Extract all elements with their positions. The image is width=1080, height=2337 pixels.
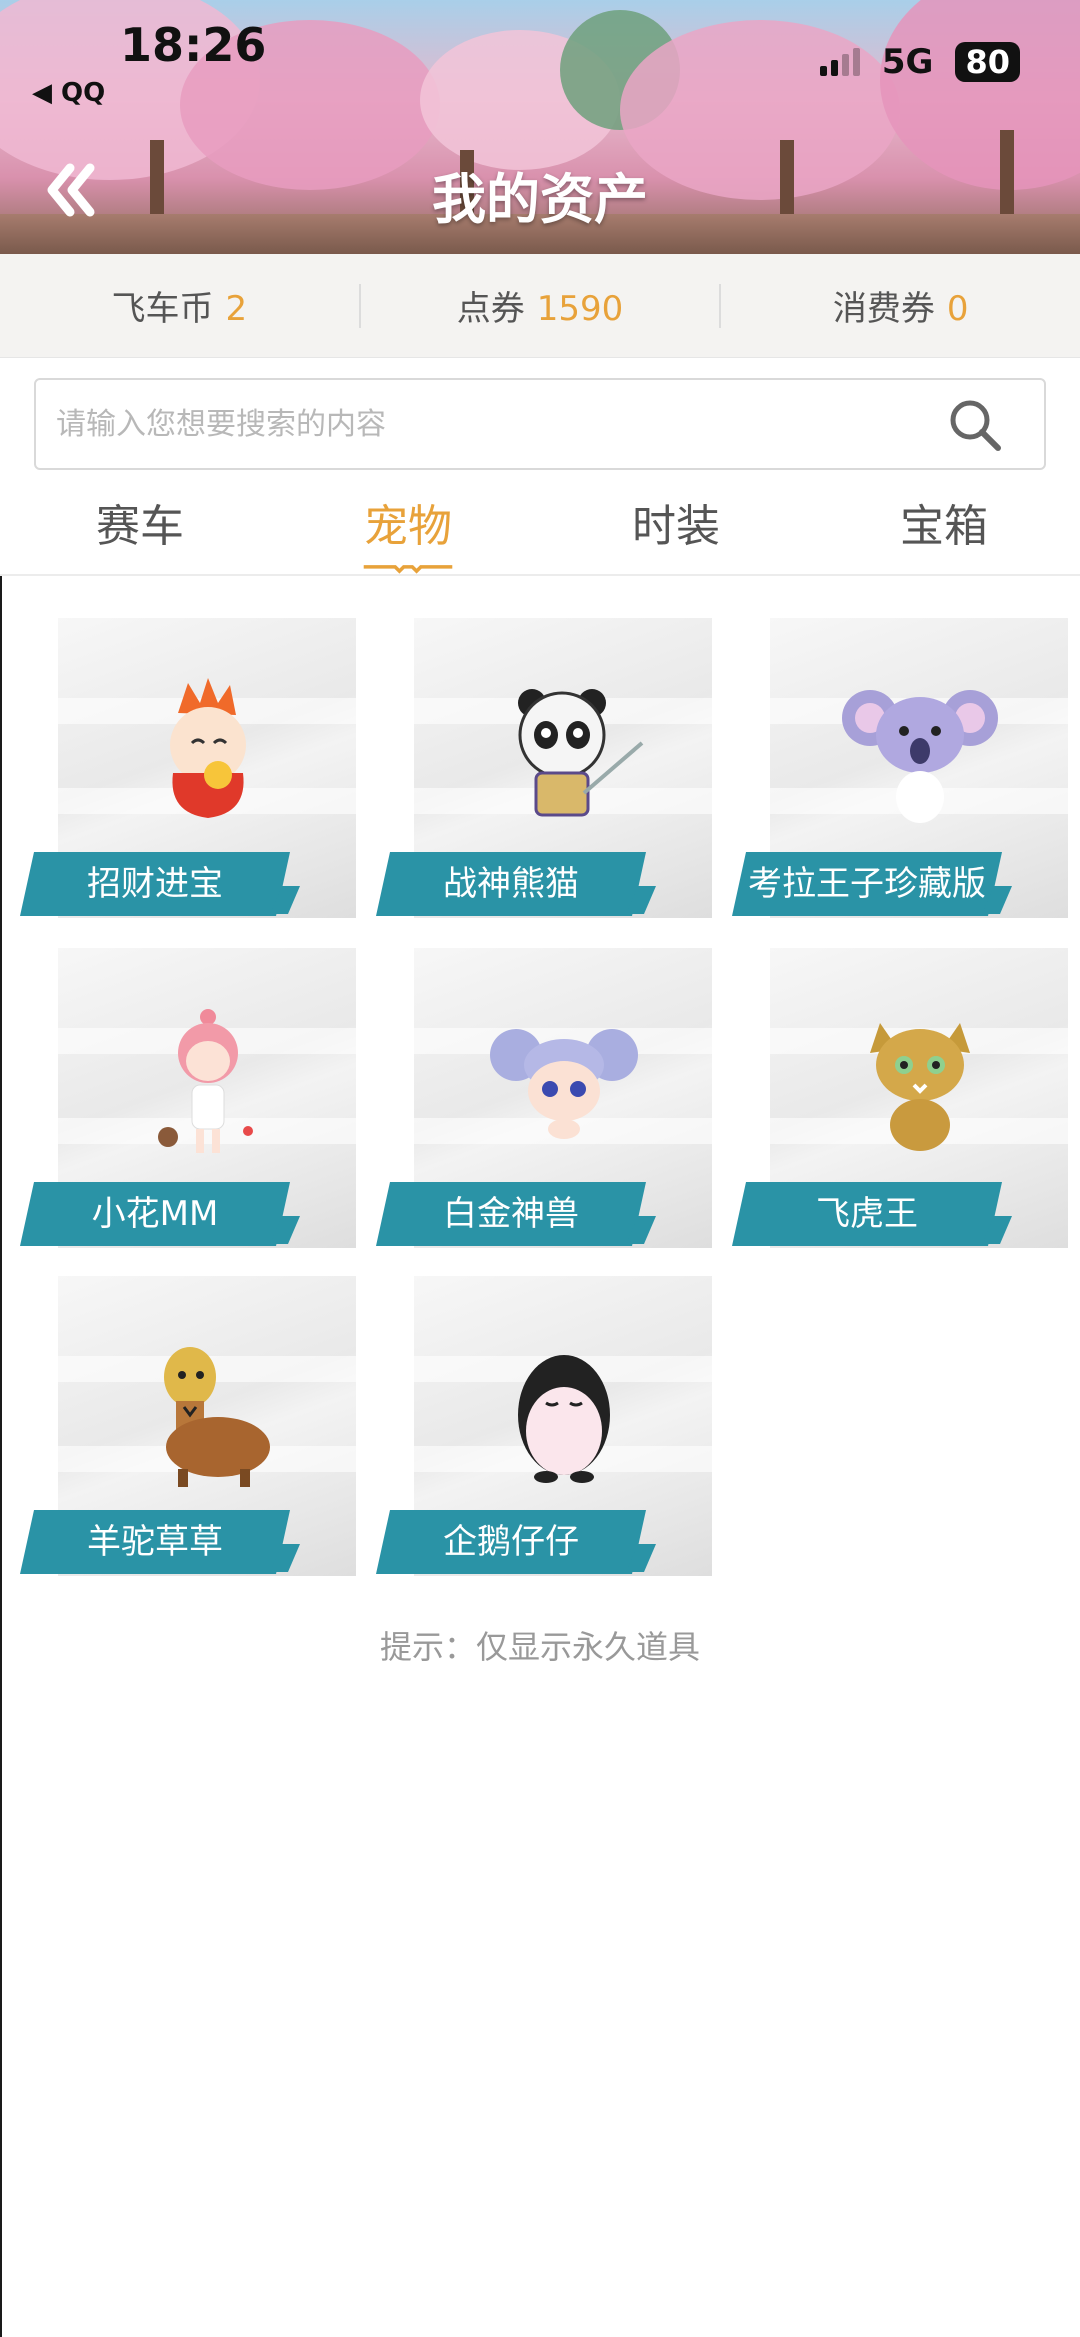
pet-name: 招财进宝 xyxy=(87,864,223,904)
search-box xyxy=(34,378,1046,470)
pet-card[interactable]: 招财进宝 xyxy=(20,618,360,918)
alpaca-pet-icon xyxy=(164,1347,270,1487)
penguin-pet-icon xyxy=(518,1355,610,1483)
back-to-app-link[interactable]: ◀ QQ xyxy=(32,78,105,108)
signal-icon xyxy=(819,48,860,76)
currency-bar: 飞车币 2 点券 1590 消费券 0 xyxy=(0,254,1080,358)
battery-indicator: 80 xyxy=(955,42,1020,82)
pet-card[interactable]: 考拉王子珍藏版 xyxy=(732,618,1072,918)
page-title: 我的资产 xyxy=(432,168,648,231)
category-tabs: 赛车 宠物 时装 宝箱 xyxy=(0,480,1080,576)
platinum-beast-pet-icon xyxy=(490,1029,638,1139)
pet-name: 羊驼草草 xyxy=(87,1522,223,1562)
pet-card[interactable]: 白金神兽 xyxy=(376,948,716,1248)
left-border xyxy=(0,576,2,2337)
flower-girl-pet-icon xyxy=(158,1009,253,1153)
currency-feicheb: 飞车币 2 xyxy=(111,289,248,329)
pet-card[interactable]: 羊驼草草 xyxy=(20,1276,360,1576)
pet-name: 小花MM xyxy=(91,1194,219,1234)
currency-dianquan: 点券 1590 xyxy=(456,289,624,329)
flying-tiger-pet-icon xyxy=(870,1023,970,1151)
pet-name: 白金神兽 xyxy=(443,1194,579,1234)
pet-name: 飞虎王 xyxy=(816,1194,918,1234)
pet-name: 考拉王子珍藏版 xyxy=(748,864,986,904)
tab-pets[interactable]: 宠物 xyxy=(308,490,508,554)
network-type: 5G xyxy=(881,42,934,82)
panda-warrior-pet-icon xyxy=(518,689,644,817)
tab-chests[interactable]: 宝箱 xyxy=(844,490,1044,554)
pet-card[interactable]: 飞虎王 xyxy=(732,948,1072,1248)
pet-name: 战神熊猫 xyxy=(443,864,579,904)
search-input[interactable] xyxy=(36,380,916,468)
pet-card[interactable]: 小花MM xyxy=(20,948,360,1248)
pet-name: 企鹅仔仔 xyxy=(443,1522,579,1562)
fire-dragon-pet-icon xyxy=(170,678,246,818)
pet-card[interactable]: 战神熊猫 xyxy=(376,618,716,918)
search-icon[interactable] xyxy=(946,396,1004,454)
active-tab-indicator xyxy=(363,565,453,574)
currency-xiaofeiquan: 消费券 0 xyxy=(832,289,969,329)
header-banner: 18:26 ◀ QQ 5G 80 我的资产 xyxy=(0,0,1080,254)
tab-cars[interactable]: 赛车 xyxy=(40,490,240,554)
tab-fashion[interactable]: 时装 xyxy=(576,490,776,554)
pet-card[interactable]: 企鹅仔仔 xyxy=(376,1276,716,1576)
koala-prince-pet-icon xyxy=(842,690,998,823)
hint-text: 提示：仅显示永久道具 xyxy=(379,1628,700,1666)
status-time: 18:26 xyxy=(120,18,267,72)
status-indicators: 5G 80 xyxy=(819,42,1020,82)
